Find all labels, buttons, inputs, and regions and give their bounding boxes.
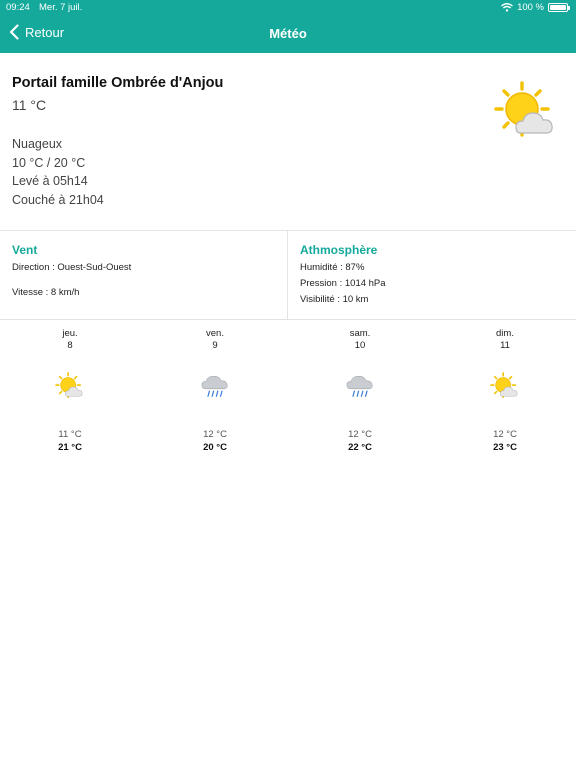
- forecast-day: dim. 11 12 °C 23 °C: [465, 328, 545, 453]
- status-right: 100 %: [501, 2, 570, 13]
- forecast-min-temp: 12 °C: [493, 429, 517, 440]
- current-weather: Portail famille Ombrée d'Anjou 11 °C Nua…: [0, 53, 576, 230]
- nav-bar: Retour Météo: [0, 16, 576, 53]
- temperature-range: 10 °C / 20 °C: [12, 156, 86, 170]
- forecast-max-temp: 23 °C: [493, 442, 517, 453]
- forecast-min-temp: 12 °C: [203, 429, 227, 440]
- top-bar: 09:24 Mer. 7 juil. 100 % Retour Météo: [0, 0, 576, 53]
- forecast-max-temp: 21 °C: [58, 442, 82, 453]
- rain-cloud-icon: [200, 372, 230, 400]
- status-date: Mer. 7 juil.: [39, 2, 83, 13]
- location-name: Portail famille Ombrée d'Anjou: [12, 75, 224, 91]
- divider: [0, 319, 576, 320]
- wind-title: Vent: [12, 243, 38, 257]
- sun-cloud-icon: [490, 372, 520, 400]
- forecast-day-date: 11: [500, 340, 510, 351]
- wind-speed: Vitesse : 8 km/h: [12, 287, 80, 298]
- divider-vertical: [287, 231, 288, 319]
- status-bar: 09:24 Mer. 7 juil. 100 %: [0, 0, 576, 16]
- atmosphere-title: Athmosphère: [300, 243, 378, 257]
- forecast-min-temp: 12 °C: [348, 429, 372, 440]
- wifi-icon: [501, 3, 514, 12]
- forecast-day-name: sam.: [349, 328, 371, 339]
- visibility: Visibilité : 10 km: [300, 294, 369, 305]
- forecast-day-name: ven.: [206, 328, 224, 339]
- current-temperature: 11 °C: [12, 97, 47, 113]
- forecast-max-temp: 20 °C: [203, 442, 227, 453]
- page-title: Météo: [269, 26, 307, 41]
- sunrise-text: Levé à 05h14: [12, 174, 88, 188]
- status-time: 09:24: [6, 2, 30, 13]
- forecast-max-temp: 22 °C: [348, 442, 372, 453]
- forecast-day: ven. 9 12 °C 20 °C: [175, 328, 255, 453]
- sunset-text: Couché à 21h04: [12, 193, 104, 207]
- forecast-day-name: jeu.: [62, 328, 78, 339]
- condition-text: Nuageux: [12, 137, 63, 151]
- forecast-day-date: 10: [354, 340, 366, 351]
- humidity: Humidité : 87%: [300, 262, 365, 273]
- forecast-day: jeu. 8 11 °C 21 °C: [30, 328, 110, 453]
- battery-icon: [548, 3, 570, 12]
- rain-cloud-icon: [345, 372, 375, 400]
- sun-cloud-icon: [494, 81, 558, 141]
- sun-cloud-icon: [55, 372, 85, 400]
- pressure: Pression : 1014 hPa: [300, 278, 386, 289]
- forecast-day-name: dim.: [496, 328, 514, 339]
- wind-direction: Direction : Ouest-Sud-Ouest: [12, 262, 132, 273]
- forecast-day-date: 8: [67, 340, 73, 351]
- forecast-day: sam. 10 12 °C 22 °C: [320, 328, 400, 453]
- forecast-day-date: 9: [212, 340, 218, 351]
- divider: [0, 230, 576, 231]
- battery-percent: 100 %: [517, 2, 544, 13]
- forecast-min-temp: 11 °C: [58, 429, 82, 440]
